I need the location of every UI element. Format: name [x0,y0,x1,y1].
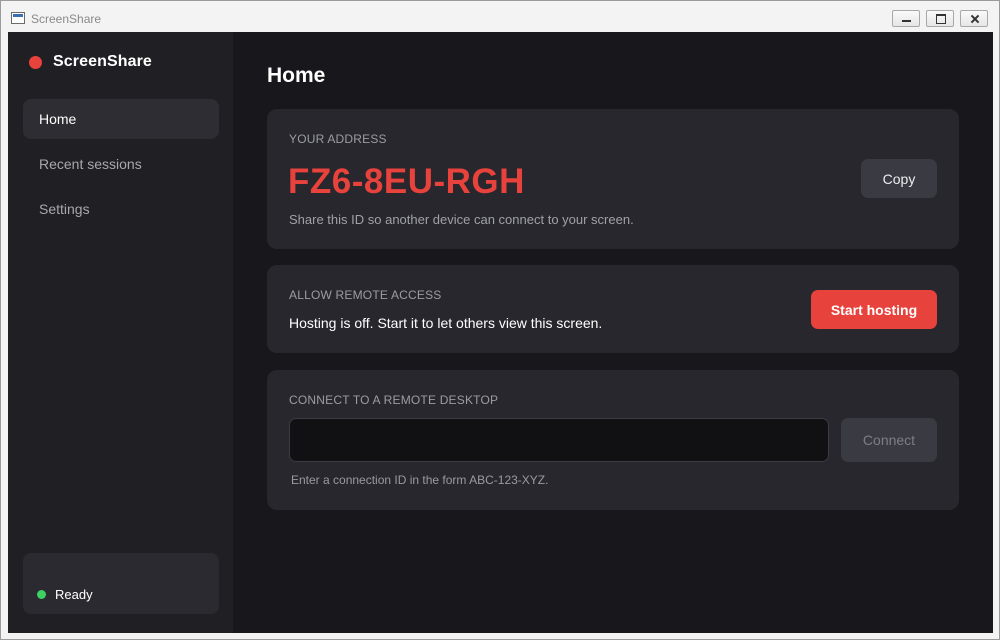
copy-button[interactable]: Copy [861,159,937,198]
start-hosting-button[interactable]: Start hosting [811,290,937,329]
sidebar-item-label: Recent sessions [39,156,142,172]
close-button[interactable] [960,10,988,27]
brand-name: ScreenShare [53,53,152,70]
connection-id-input[interactable] [289,418,829,462]
sidebar-item-home[interactable]: Home [23,99,219,139]
address-label: YOUR ADDRESS [289,132,387,146]
host-label: ALLOW REMOTE ACCESS [289,288,442,302]
page-title: Home [267,64,326,87]
minimize-icon [893,11,919,26]
connect-label: CONNECT TO A REMOTE DESKTOP [289,393,499,407]
host-status-text: Hosting is off. Start it to let others v… [289,315,603,331]
sidebar-nav: Home Recent sessions Settings [23,99,219,234]
maximize-button[interactable] [926,10,954,27]
address-id: FZ6-8EU-RGH [288,162,525,201]
status-dot-icon [37,590,46,599]
sidebar-item-label: Home [39,111,77,127]
connect-card: CONNECT TO A REMOTE DESKTOP Connect Ente… [267,370,959,510]
brand-record-dot-icon [29,55,42,69]
sidebar-item-label: Settings [39,201,90,217]
status-text: Ready [55,587,93,602]
brand: ScreenShare [29,52,152,72]
window-title: ScreenShare [31,12,102,26]
address-help-text: Share this ID so another device can conn… [289,212,634,227]
title-bar[interactable]: ScreenShare [1,1,999,31]
status-card: Ready [23,553,219,614]
close-icon [961,11,987,26]
app-client-area: ScreenShare Home Recent sessions Setting… [8,32,993,633]
sidebar-item-settings[interactable]: Settings [23,189,219,229]
maximize-icon [927,11,953,26]
sidebar: ScreenShare Home Recent sessions Setting… [8,32,233,633]
connect-button[interactable]: Connect [841,418,937,462]
address-card: YOUR ADDRESS FZ6-8EU-RGH Share this ID s… [267,109,959,249]
connect-help-text: Enter a connection ID in the form ABC-12… [291,473,549,487]
host-card: ALLOW REMOTE ACCESS Hosting is off. Star… [267,265,959,353]
minimize-button[interactable] [892,10,920,27]
app-window-icon [11,12,25,24]
sidebar-item-recent-sessions[interactable]: Recent sessions [23,144,219,184]
app-window: ScreenShare ScreenShare Home Recent sess… [0,0,1000,640]
